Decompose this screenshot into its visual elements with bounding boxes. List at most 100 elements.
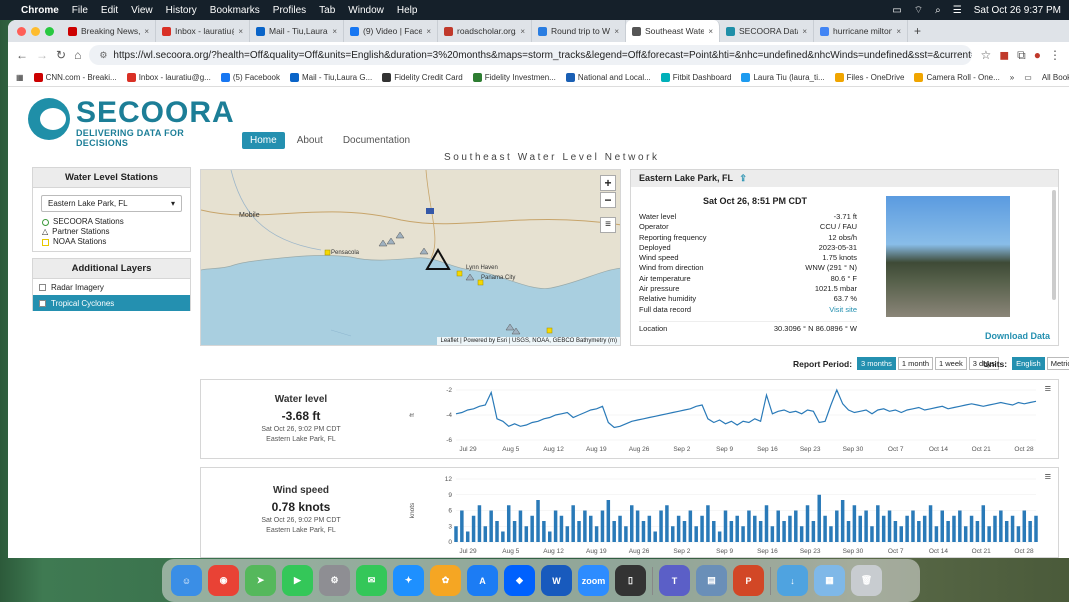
browser-tab[interactable]: Inbox - lauratiu@gm ×	[156, 20, 250, 42]
menu-app-name[interactable]: Chrome	[21, 5, 59, 16]
search-icon[interactable]: ⌕	[935, 5, 941, 16]
menu-view[interactable]: View	[131, 5, 153, 16]
menu-clock[interactable]: Sat Oct 26 9:37 PM	[974, 5, 1061, 16]
battery-icon[interactable]: ▭	[892, 5, 901, 16]
bookmark-item[interactable]: Fidelity Investmen...	[472, 72, 556, 82]
preview-icon[interactable]: ▤	[696, 565, 727, 596]
downloads-icon[interactable]: ↓	[777, 565, 808, 596]
browser-tab[interactable]: Round trip to Washi ×	[532, 20, 626, 42]
bookmark-item[interactable]: Laura Tiu (laura_ti...	[741, 72, 825, 82]
bookmark-item[interactable]: National and Local...	[565, 72, 651, 82]
menu-history[interactable]: History	[166, 5, 197, 16]
maps-icon[interactable]: ➤	[245, 565, 276, 596]
close-tab-icon[interactable]: ×	[802, 27, 807, 36]
facetime-icon[interactable]: ▶	[282, 565, 313, 596]
noaa-station-marker[interactable]	[456, 270, 463, 277]
zoom-window-icon[interactable]	[45, 26, 54, 36]
menu-help[interactable]: Help	[397, 5, 418, 16]
trash-icon[interactable]: 🗑	[851, 565, 882, 596]
finder-icon[interactable]: ☺	[171, 565, 202, 596]
units-metric-button[interactable]: Metric	[1046, 357, 1069, 370]
dropbox-icon[interactable]: ◆	[504, 565, 535, 596]
home-icon[interactable]: ⌂	[74, 48, 81, 62]
layer-tropical-cyclones[interactable]: Tropical Cyclones	[33, 295, 190, 311]
menu-file[interactable]: File	[72, 5, 88, 16]
back-icon[interactable]: ←	[16, 48, 28, 62]
minimize-window-icon[interactable]	[31, 26, 40, 36]
browser-tab[interactable]: (9) Video | Facebook×	[344, 20, 438, 42]
close-tab-icon[interactable]: ×	[614, 27, 619, 36]
messages-icon[interactable]: ✉	[356, 565, 387, 596]
bookmark-item[interactable]: Inbox - lauratiu@g...	[126, 72, 211, 82]
report-3-months-button[interactable]: 3 months	[857, 357, 896, 370]
close-tab-icon[interactable]: ×	[238, 27, 243, 36]
photos-icon[interactable]: ✿	[430, 565, 461, 596]
chrome-icon[interactable]: ◉	[208, 565, 239, 596]
station-map[interactable]: Mobile Pensacola Lynn Haven Panama City …	[200, 169, 621, 346]
water-level-chart[interactable]: -2 -4 -6 ft Jul 29 Aug 5 Aug 12 Aug 19 Aug 26 Sep…	[406, 380, 1046, 460]
documents-icon[interactable]: ▦	[814, 565, 845, 596]
checkbox-icon[interactable]	[39, 283, 46, 291]
partner-station-marker[interactable]	[465, 273, 475, 281]
report-1-month-button[interactable]: 1 month	[897, 357, 933, 370]
apps-grid-icon[interactable]: ▦	[16, 73, 24, 82]
forward-icon[interactable]: →	[36, 48, 48, 62]
noaa-station-marker[interactable]	[324, 249, 331, 256]
water-level-series-line[interactable]	[455, 388, 1037, 429]
profile-avatar[interactable]: ●	[1034, 48, 1041, 62]
reload-icon[interactable]: ↻	[56, 48, 66, 62]
bookmark-star-icon[interactable]: ☆	[980, 48, 991, 62]
bookmark-item[interactable]: (5) Facebook	[220, 72, 280, 82]
bookmark-item[interactable]: Mail - Tiu,Laura G...	[289, 72, 372, 82]
close-tab-icon[interactable]: ×	[426, 27, 431, 36]
zoom-in-button[interactable]: +	[600, 175, 616, 191]
report-1-week-button[interactable]: 1 week	[935, 357, 967, 370]
download-data-link[interactable]: Download Data	[985, 331, 1050, 341]
menu-profiles[interactable]: Profiles	[273, 5, 306, 16]
close-tab-icon[interactable]: ×	[708, 27, 713, 36]
nav-home[interactable]: Home	[242, 132, 285, 149]
noaa-station-marker[interactable]	[546, 327, 553, 334]
station-select[interactable]: Eastern Lake Park, FL ▾	[41, 195, 182, 212]
powerpoint-icon[interactable]: P	[733, 565, 764, 596]
all-bookmarks[interactable]: All Bookmarks	[1042, 73, 1069, 82]
zoom-out-button[interactable]: −	[600, 192, 616, 208]
word-icon[interactable]: W	[541, 565, 572, 596]
nav-about[interactable]: About	[289, 132, 331, 149]
bookmark-item[interactable]: Files - OneDrive	[834, 72, 904, 82]
address-bar[interactable]: ⚙ https://wl.secoora.org/?health=Off&qua…	[89, 45, 973, 65]
map-attribution[interactable]: Leaflet | Powered by Esri | USGS, NOAA, …	[437, 337, 620, 345]
extensions-puzzle-icon[interactable]: ⧉	[1017, 48, 1026, 63]
menu-bookmarks[interactable]: Bookmarks	[210, 5, 260, 16]
close-tab-icon[interactable]: ×	[144, 27, 149, 36]
layer-radar[interactable]: Radar Imagery	[33, 279, 190, 295]
wifi-icon[interactable]: ⌔	[914, 4, 923, 17]
share-icon[interactable]: ⇪	[739, 173, 747, 183]
iphone-mirroring-icon[interactable]: ▯	[615, 565, 646, 596]
close-tab-icon[interactable]: ×	[520, 27, 525, 36]
browser-tab[interactable]: Southeast Water Le ×	[626, 20, 720, 42]
station-photo[interactable]	[886, 196, 1010, 317]
bookmark-item[interactable]: Fidelity Credit Card	[382, 72, 463, 82]
secoora-logo[interactable]: SECOORA DELIVERING DATA FOR DECISIONS	[28, 96, 234, 148]
browser-tab[interactable]: SECOORA Data Port ×	[720, 20, 814, 42]
safari-icon[interactable]: ✦	[393, 565, 424, 596]
wind-speed-chart[interactable]: 12 9 6 3 0 knots Jul 29 Aug 5 Aug 12 Aug 19 Aug 26…	[406, 468, 1046, 558]
browser-tab[interactable]: Breaking News, Late×	[62, 20, 156, 42]
checkbox-checked-icon[interactable]	[39, 299, 46, 307]
system-settings-icon[interactable]: ⚙	[319, 565, 350, 596]
bookmark-item[interactable]: CNN.com - Breaki...	[33, 72, 117, 82]
extension-icon[interactable]: ◼	[999, 48, 1009, 62]
info-scrollbar[interactable]	[1052, 190, 1056, 300]
browser-tab[interactable]: Mail - Tiu,Laura G - ×	[250, 20, 344, 42]
menu-window[interactable]: Window	[348, 5, 384, 16]
bookmarks-overflow-icon[interactable]: »	[1010, 73, 1014, 82]
close-tab-icon[interactable]: ×	[332, 27, 337, 36]
new-tab-icon[interactable]: +	[908, 24, 927, 38]
bookmark-item[interactable]: Fitbit Dashboard	[660, 72, 731, 82]
visit-site-link[interactable]: Visit site	[829, 305, 857, 315]
partner-station-marker[interactable]	[505, 323, 515, 331]
site-info-icon[interactable]: ⚙	[99, 50, 107, 61]
teams-icon[interactable]: T	[659, 565, 690, 596]
layers-control-icon[interactable]: ≡	[600, 217, 616, 233]
